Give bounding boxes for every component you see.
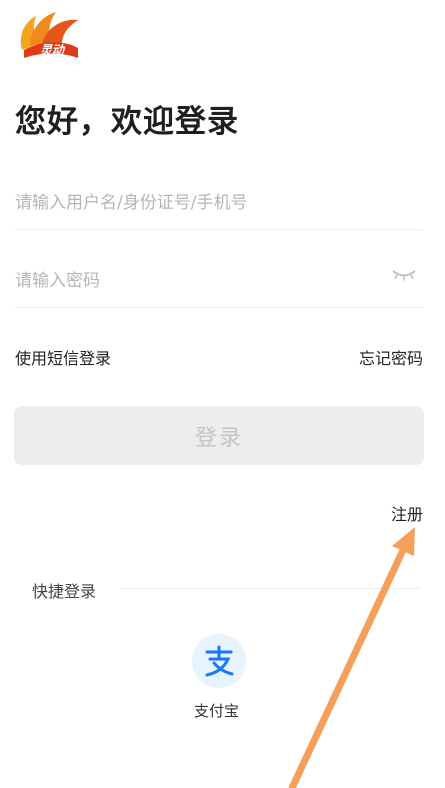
eye-closed-icon[interactable] <box>391 267 417 281</box>
login-button[interactable]: 登录 <box>14 406 424 465</box>
quick-login-label: 快捷登录 <box>32 582 97 601</box>
divider <box>120 588 420 589</box>
forgot-password-link[interactable]: 忘记密码 <box>359 345 423 369</box>
alipay-label: 支付宝 <box>194 702 240 720</box>
sms-login-link[interactable]: 使用短信登录 <box>15 345 111 369</box>
divider <box>15 307 423 308</box>
alipay-icon <box>205 645 234 677</box>
app-logo: 灵动 长春 <box>12 6 82 69</box>
divider <box>15 229 423 230</box>
logo-text-sub: 长春 <box>57 58 77 69</box>
password-input[interactable]: 请输入密码 <box>15 266 375 291</box>
alipay-login-button[interactable] <box>192 634 246 688</box>
register-link[interactable]: 注册 <box>391 501 423 525</box>
page-title: 您好，欢迎登录 <box>15 104 239 140</box>
username-input[interactable]: 请输入用户名/身份证号/手机号 <box>15 188 423 213</box>
